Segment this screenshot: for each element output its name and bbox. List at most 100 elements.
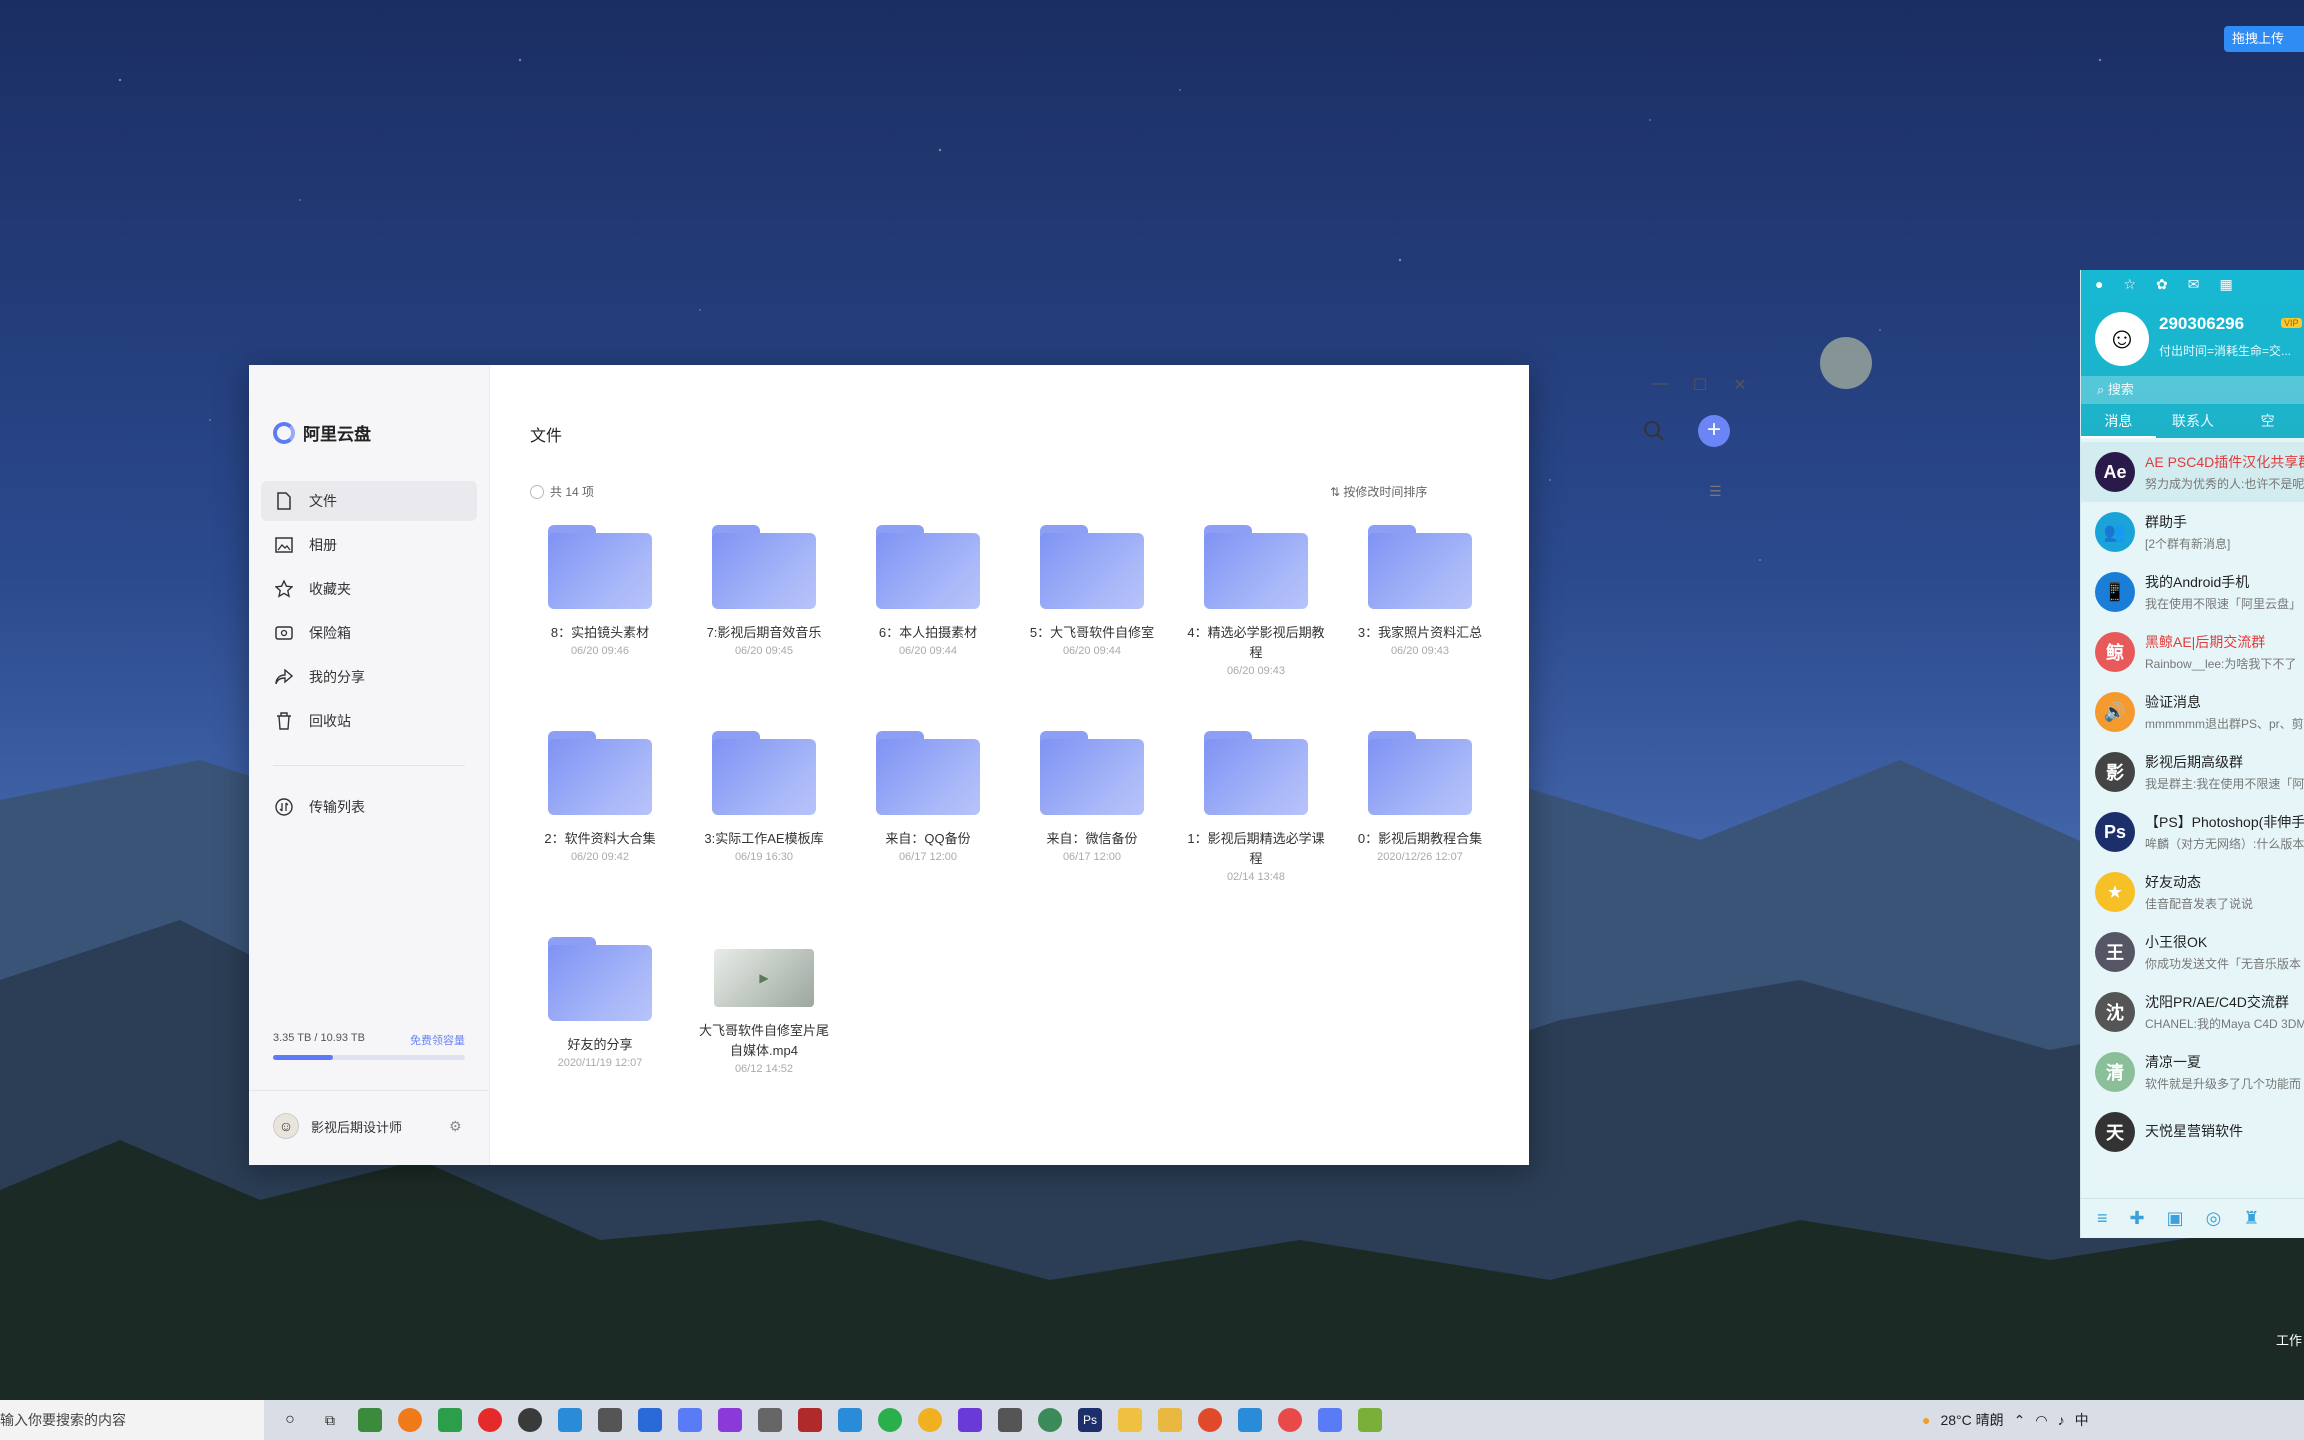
qq-star-icon[interactable]: ☆ [2123,276,2136,293]
chat-item[interactable]: 👥 群助手 [2个群有新消息] [2081,502,2304,562]
app-icon[interactable] [638,1408,662,1432]
video-item[interactable]: ▶ 大飞哥软件自修室片尾自媒体.mp4 06/12 14:52 [694,937,834,1075]
add-button[interactable]: + [1698,415,1730,447]
folder-item[interactable]: 0：影视后期教程合集 2020/12/26 12:07 [1350,731,1490,863]
qq-search-input[interactable]: ⌕ 搜索 [2081,376,2304,404]
panda-icon[interactable] [518,1408,542,1432]
settings-gear-icon[interactable]: ⚙ [449,1118,462,1135]
aliyun-drive-active-icon[interactable] [1318,1408,1342,1432]
chat-item[interactable]: 王小王很OK 你成功发送文件「无音乐版本 [2081,922,2304,982]
qq-shirt-icon[interactable]: ✿ [2156,276,2168,293]
qq-avatar[interactable]: ☺ [2095,312,2149,366]
chat-item[interactable]: 影影视后期高级群 我是群主:我在使用不限速「阿 [2081,742,2304,802]
sidebar-item-photos[interactable]: 相册 [261,525,477,565]
sidebar-item-files[interactable]: 文件 [261,481,477,521]
wechat-icon[interactable] [878,1408,902,1432]
microphone-icon[interactable] [958,1408,982,1432]
app-icon[interactable] [798,1408,822,1432]
baidu-upload-widget[interactable]: 拖拽上传 [2224,26,2304,52]
sidebar-item-share[interactable]: 我的分享 [261,657,477,697]
folder-item[interactable]: 5：大飞哥软件自修室 06/20 09:44 [1022,525,1162,657]
photoshop-icon[interactable]: Ps [1078,1408,1102,1432]
app-icon[interactable] [438,1408,462,1432]
free-capacity-link[interactable]: 免费领容量 [410,1032,465,1048]
sidebar-item-transfer[interactable]: 传输列表 [261,787,477,827]
chat-item[interactable]: Ps 【PS】Photoshop(非伸手 哞麟（对方无网络）:什么版本 [2081,802,2304,862]
add-contact-icon[interactable]: ✚ [2130,1208,2145,1229]
cortana-icon[interactable]: ○ [278,1408,302,1432]
sidebar-item-trash[interactable]: 回收站 [261,701,477,741]
folder-item[interactable]: 来自：微信备份 06/17 12:00 [1022,731,1162,863]
app-icon[interactable] [758,1408,782,1432]
chat-item[interactable]: 沈沈阳PR/AE/C4D交流群 CHANEL:我的Maya C4D 3DM [2081,982,2304,1042]
app-icon[interactable] [998,1408,1022,1432]
taskbar-search-input[interactable]: 输入你要搜索的内容 [0,1400,264,1440]
chat-avatar: 沈 [2095,992,2135,1032]
chat-item[interactable]: 📱 我的Android手机 我在使用不限速「阿里云盘」 [2081,562,2304,622]
select-all-checkbox[interactable] [530,484,544,499]
qq-signature[interactable]: 付出时间=消耗生命=交... [2159,342,2291,359]
folder-item[interactable]: 来自：QQ备份 06/17 12:00 [858,731,998,863]
folder-item[interactable]: 2：软件资料大合集 06/20 09:42 [530,731,670,863]
qzone-icon[interactable]: ◎ [2206,1208,2222,1229]
file-date: 06/20 09:43 [1390,645,1450,657]
app-icon[interactable] [1038,1408,1062,1432]
folder-icon[interactable] [1158,1408,1182,1432]
task-view-icon[interactable]: ⧉ [318,1408,342,1432]
app-manager-icon[interactable]: ▣ [2167,1208,2184,1229]
app-icon[interactable] [558,1408,582,1432]
folder-item[interactable]: 3:实际工作AE模板库 06/19 16:30 [694,731,834,863]
search-icon[interactable] [1643,420,1667,444]
chat-item[interactable]: ★ 好友动态 佳音配音发表了说说 [2081,862,2304,922]
app-icon[interactable] [1118,1408,1142,1432]
sidebar-item-favorites[interactable]: 收藏夹 [261,569,477,609]
android-icon[interactable] [1358,1408,1382,1432]
record-icon[interactable] [478,1408,502,1432]
app-icon[interactable] [718,1408,742,1432]
user-divider [249,1090,489,1091]
folder-item[interactable]: 8：实拍镜头素材 06/20 09:46 [530,525,670,657]
send-icon[interactable] [598,1408,622,1432]
chat-item[interactable]: 天天悦星营销软件 [2081,1102,2304,1162]
sort-button[interactable]: ⇅ 按修改时间排序 [1330,483,1427,500]
list-view-icon[interactable]: ☰ [1709,483,1722,500]
tab-messages[interactable]: 消息 [2081,406,2156,438]
sidebar-item-safe[interactable]: 保险箱 [261,613,477,653]
firefox-icon[interactable] [398,1408,422,1432]
app-icon[interactable] [1278,1408,1302,1432]
tray-expand-icon[interactable]: ⌃ [2014,1412,2026,1429]
weather-text[interactable]: 28°C 晴朗 [1940,1410,2003,1430]
volume-icon[interactable]: ♪ [2058,1412,2065,1428]
chrome-icon[interactable] [1198,1408,1222,1432]
chat-item[interactable]: 清清凉一夏 软件就是升级多了几个功能而 [2081,1042,2304,1102]
folder-item[interactable]: 好友的分享 2020/11/19 12:07 [530,937,670,1069]
qq-penguin-icon[interactable]: ● [2095,276,2103,293]
folder-item[interactable]: 1：影视后期精选必学课程 02/14 13:48 [1186,731,1326,883]
app-icon[interactable] [838,1408,862,1432]
folder-item[interactable]: 6：本人拍摄素材 06/20 09:44 [858,525,998,657]
chat-item[interactable]: Ae AE PSC4D插件汉化共享群 努力成为优秀的人:也许不是呢 [2081,442,2304,502]
maximize-button[interactable]: ☐ [1688,375,1712,395]
app-icon[interactable] [918,1408,942,1432]
network-icon[interactable]: ◠ [2035,1412,2047,1429]
folder-item[interactable]: 3：我家照片资料汇总 06/20 09:43 [1350,525,1490,657]
app-icon[interactable] [358,1408,382,1432]
menu-icon[interactable]: ≡ [2097,1208,2108,1229]
qq-calendar-icon[interactable]: ▦ [2220,276,2233,293]
minimize-button[interactable]: — [1648,375,1672,393]
qq-game-icon[interactable]: ♜ [2243,1208,2259,1229]
chat-item[interactable]: 🔊 验证消息 mmmmmm退出群PS、pr、剪 [2081,682,2304,742]
app-icon[interactable] [1238,1408,1262,1432]
chat-item[interactable]: 鲸黑鲸AE|后期交流群 Rainbow__lee:为啥我下不了 [2081,622,2304,682]
user-profile[interactable]: ☺ 影视后期设计师 [273,1113,402,1139]
folder-icon [876,731,980,815]
qq-mail-icon[interactable]: ✉ [2188,276,2200,293]
desktop-icon-label[interactable]: 工作 [2276,1330,2302,1349]
close-button[interactable]: ✕ [1728,375,1752,395]
folder-item[interactable]: 7:影视后期音效音乐 06/20 09:45 [694,525,834,657]
ime-indicator[interactable]: 中 [2075,1410,2089,1430]
aliyun-drive-icon[interactable] [678,1408,702,1432]
tab-contacts[interactable]: 联系人 [2156,406,2231,438]
tab-space[interactable]: 空 [2230,406,2304,438]
folder-item[interactable]: 4：精选必学影视后期教程 06/20 09:43 [1186,525,1326,677]
